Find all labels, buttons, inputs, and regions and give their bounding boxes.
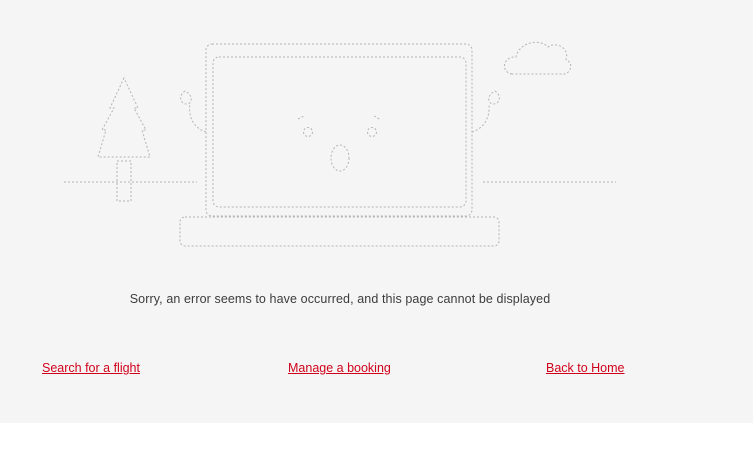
laptop-error-illustration	[64, 41, 616, 247]
cloud-icon	[504, 41, 572, 75]
tree-icon	[97, 76, 151, 202]
error-panel: Sorry, an error seems to have occurred, …	[0, 0, 753, 423]
manage-booking-link[interactable]: Manage a booking	[288, 361, 391, 375]
error-message: Sorry, an error seems to have occurred, …	[129, 292, 551, 306]
arms-icon	[180, 90, 500, 133]
back-home-link[interactable]: Back to Home	[546, 361, 625, 375]
surprised-face-icon	[297, 115, 382, 172]
laptop-icon	[179, 43, 500, 247]
search-flight-link[interactable]: Search for a flight	[42, 361, 140, 375]
